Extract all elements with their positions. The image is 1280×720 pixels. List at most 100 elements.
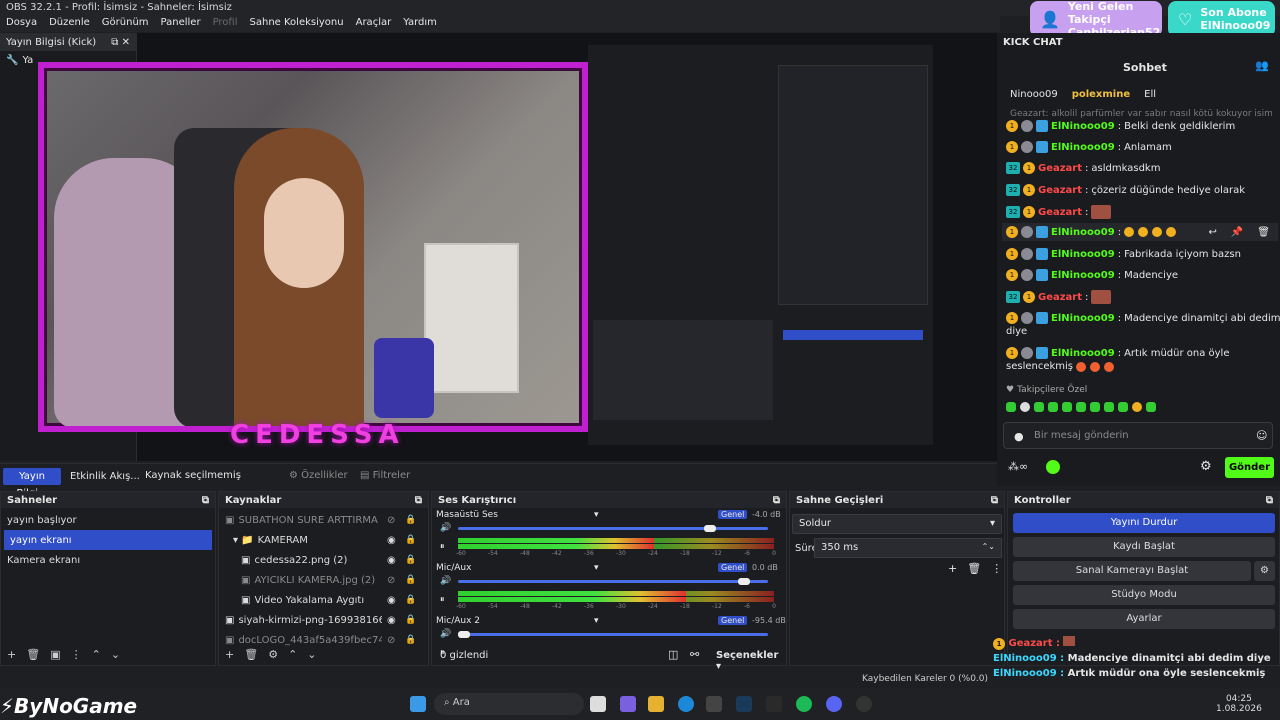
lock-icon[interactable]: 🔒 (405, 635, 416, 645)
eye-icon[interactable]: ◉ (387, 535, 396, 546)
trash-icon[interactable]: 🗑 (26, 648, 40, 661)
volume-icon[interactable]: 🔊 (440, 576, 451, 586)
eye-hidden-icon[interactable]: ⊘ (387, 515, 395, 526)
undock-icon[interactable]: ⧉ (1266, 495, 1273, 506)
tab-stream-info[interactable]: Yayın Bilgi... (3, 468, 61, 499)
app-icon[interactable] (766, 696, 782, 712)
store-icon[interactable] (706, 696, 722, 712)
source-item[interactable]: ▣ AYICIKLI KAMERA.jpg (2) ⊘ 🔒 (219, 570, 428, 590)
chat-settings-icon[interactable]: ⚙ (1200, 459, 1212, 474)
users-icon[interactable]: 👥 (1255, 59, 1269, 72)
chat-username[interactable]: ElNinooo09 (1051, 121, 1115, 132)
pin-icon[interactable]: 📌 (1231, 227, 1243, 238)
mixer-options-button[interactable]: Seçenekler ▾ (716, 650, 786, 672)
emoji-picker-icon[interactable]: ☺ (1256, 429, 1267, 442)
undock-icon[interactable]: ⧉ (415, 495, 422, 506)
menu-scene-collection[interactable]: Sahne Koleksiyonu (250, 17, 344, 31)
kick-logo-icon[interactable] (1046, 460, 1060, 474)
source-item[interactable]: ▣ Video Yakalama Aygıtı ◉ 🔒 (219, 590, 428, 610)
chevron-down-icon[interactable]: ⌄ (307, 648, 316, 661)
menu-docks[interactable]: Paneller (161, 17, 201, 31)
trash-icon[interactable]: 🗑 (244, 648, 258, 661)
emote-icon[interactable] (1048, 402, 1058, 412)
volume-knob[interactable] (738, 578, 750, 585)
start-recording-button[interactable]: Kaydı Başlat (1013, 537, 1275, 557)
volume-slider[interactable] (458, 633, 768, 636)
volume-icon[interactable]: 🔊 (440, 629, 451, 639)
lock-icon[interactable]: 🔒 (405, 575, 416, 585)
chevron-down-icon[interactable]: ▾ (594, 616, 599, 626)
volume-knob[interactable] (458, 631, 470, 638)
chat-username[interactable]: ElNinooo09 (1051, 227, 1115, 238)
mute-icon[interactable]: ⏸ (440, 542, 445, 552)
volume-knob[interactable] (704, 525, 717, 532)
dock-close-icon[interactable]: ⧉ ✕ (111, 37, 130, 48)
chevron-up-icon[interactable]: ⌃ (92, 648, 101, 661)
trash-icon[interactable]: 🗑 (967, 562, 981, 575)
lock-icon[interactable]: 🔒 (405, 535, 416, 545)
lock-icon[interactable]: 🔒 (405, 595, 416, 605)
filter-icon[interactable]: ▣ (50, 648, 60, 661)
emote-icon[interactable] (1076, 402, 1086, 412)
channel-track-tag[interactable]: Genel (718, 510, 748, 519)
system-clock[interactable]: 04:25 1.08.2026 (1216, 694, 1262, 714)
chevron-down-icon[interactable]: ⌄ (111, 648, 120, 661)
chat-username[interactable]: ElNinooo09 (1051, 348, 1115, 359)
chat-username[interactable]: Geazart (1038, 185, 1082, 196)
volume-icon[interactable]: 🔊 (440, 523, 451, 533)
menu-help[interactable]: Yardım (403, 17, 437, 31)
emote-icon[interactable] (1118, 402, 1128, 412)
delete-icon[interactable]: 🗑 (1257, 227, 1270, 238)
source-item[interactable]: ▣ docLOGO_443af5a439fbec74418f6a5 ⊘ 🔒 (219, 630, 428, 650)
lock-icon[interactable]: 🔒 (405, 555, 416, 565)
chat-username[interactable]: Geazart (1038, 292, 1082, 303)
eye-icon[interactable]: ◉ (387, 555, 396, 566)
source-item[interactable]: ▣ cedessa22.png (2) ◉ 🔒 (219, 550, 428, 570)
add-icon[interactable]: + (948, 562, 957, 575)
config-icon[interactable]: ⋮ (71, 648, 82, 661)
start-virtual-camera-button[interactable]: Sanal Kamerayı Başlat (1013, 561, 1251, 581)
discord-icon[interactable] (826, 696, 842, 712)
transition-select[interactable]: Soldur ▾ (792, 514, 1002, 534)
undock-icon[interactable]: ⧉ (991, 495, 998, 506)
studio-mode-button[interactable]: Stüdyo Modu (1013, 585, 1275, 605)
scene-item-selected[interactable]: yayın ekranı (4, 530, 212, 550)
chevron-up-icon[interactable]: ⌃ (288, 648, 297, 661)
undock-icon[interactable]: ⧉ (202, 495, 209, 506)
menu-tools[interactable]: Araçlar (356, 17, 392, 31)
task-view-icon[interactable] (590, 696, 606, 712)
taskbar-search[interactable]: ⌕ Ara (434, 693, 584, 715)
add-icon[interactable]: + (225, 648, 234, 661)
menu-file[interactable]: Dosya (6, 17, 37, 31)
chat-username[interactable]: ElNinooo09 (1051, 249, 1115, 260)
obs-icon[interactable] (856, 696, 872, 712)
emote-icon[interactable] (1132, 402, 1142, 412)
duration-input[interactable]: 350 ms ⌃⌄ (814, 538, 1002, 558)
chat-username[interactable]: ElNinooo09 (1051, 270, 1115, 281)
chat-options-icon[interactable]: ⁂∞ (1008, 460, 1028, 473)
spin-icon[interactable]: ⌃⌄ (982, 542, 995, 551)
layout-icon[interactable]: ◫ (668, 648, 678, 661)
emote-icon[interactable] (1006, 402, 1016, 412)
properties-button[interactable]: ⚙ Özellikler (289, 470, 348, 481)
scene-item[interactable]: Kamera ekranı (1, 550, 215, 570)
emote-icon[interactable] (1146, 402, 1156, 412)
source-item[interactable]: ▾ 📁 KAMERAM ◉ 🔒 (219, 530, 428, 550)
virtual-camera-settings-icon[interactable]: ⚙ (1254, 561, 1275, 581)
volume-slider[interactable] (458, 527, 768, 530)
scene-item[interactable]: yayın başlıyor (1, 510, 215, 530)
link-icon[interactable]: ⚯ (690, 648, 699, 661)
tab-activity-feed[interactable]: Etkinlik Akış... (70, 471, 140, 482)
chevron-down-icon[interactable]: ▾ (594, 563, 599, 573)
send-button[interactable]: Gönder (1225, 457, 1274, 478)
spotify-icon[interactable] (796, 696, 812, 712)
lock-icon[interactable]: 🔒 (405, 615, 416, 625)
emote-icon[interactable] (1104, 402, 1114, 412)
menu-profile[interactable]: Profil (213, 17, 238, 31)
chat-username[interactable]: Geazart (1038, 207, 1082, 218)
more-icon[interactable]: ⋮ (991, 562, 1002, 575)
emote-icon[interactable] (1090, 402, 1100, 412)
filters-button[interactable]: ▤ Filtreler (360, 470, 410, 481)
chat-input[interactable]: ● Bir mesaj gönderin ☺ (1003, 422, 1273, 449)
menu-view[interactable]: Görünüm (102, 17, 149, 31)
